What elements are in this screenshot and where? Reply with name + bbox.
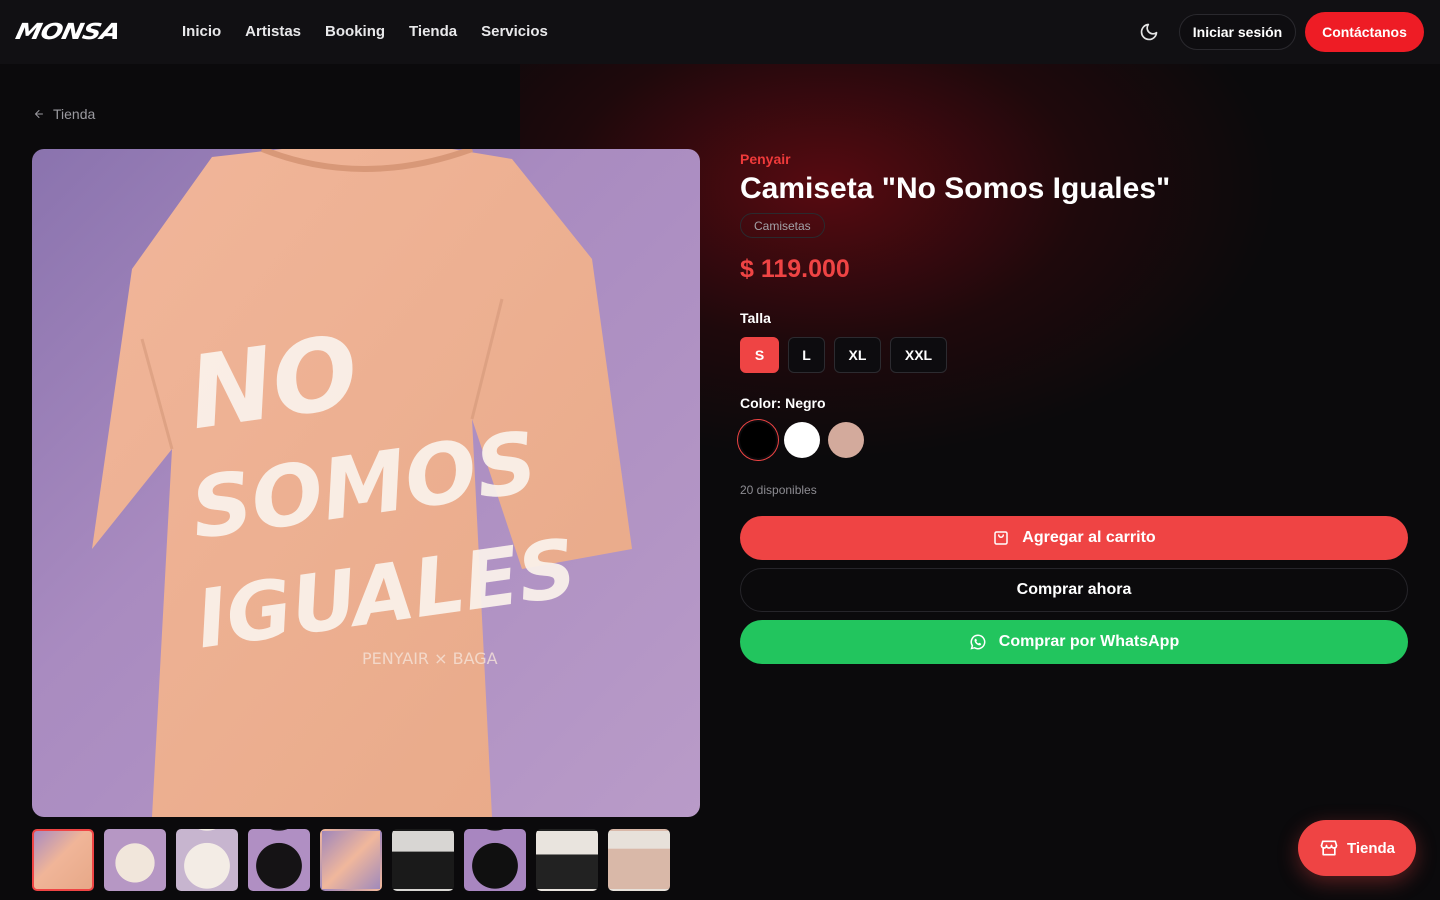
whatsapp-buy-label: Comprar por WhatsApp [998, 633, 1180, 650]
product-brand[interactable]: Penyair [740, 151, 791, 167]
nav-artistas[interactable]: Artistas [245, 22, 301, 42]
thumbnail-7[interactable] [464, 829, 526, 891]
breadcrumb[interactable]: Tienda [33, 106, 95, 122]
color-swatch-negro[interactable] [740, 422, 776, 458]
whatsapp-buy-button[interactable]: Comprar por WhatsApp [740, 620, 1408, 664]
stock-count: 20 disponibles [740, 483, 817, 497]
size-option-xxl[interactable]: XXL [890, 337, 947, 373]
product-main-image[interactable]: NO SOMOS IGUALES PENYAIR × BAGA [32, 149, 700, 817]
size-option-xl[interactable]: XL [834, 337, 881, 373]
thumbnail-5[interactable] [320, 829, 382, 891]
thumbnail-4[interactable] [248, 829, 310, 891]
whatsapp-icon [970, 634, 986, 650]
color-label: Color: Negro [740, 395, 826, 411]
thumbnail-strip [32, 829, 670, 891]
thumbnail-8[interactable] [536, 829, 598, 891]
navbar: MONSA Inicio Artistas Booking Tienda Ser… [0, 0, 1440, 64]
nav-inicio[interactable]: Inicio [182, 22, 221, 42]
color-options [740, 422, 864, 458]
tshirt-illustration: NO SOMOS IGUALES PENYAIR × BAGA [92, 149, 632, 817]
add-to-cart-button[interactable]: Agregar al carrito [740, 516, 1408, 560]
print-tag: PENYAIR × BAGA [362, 649, 498, 668]
category-badge: Camisetas [740, 213, 825, 238]
theme-toggle-button[interactable] [1136, 19, 1162, 45]
color-swatch-rosa[interactable] [828, 422, 864, 458]
nav-booking[interactable]: Booking [325, 22, 385, 42]
product-title: Camiseta "No Somos Iguales" [740, 172, 1171, 205]
color-swatch-blanco[interactable] [784, 422, 820, 458]
breadcrumb-label: Tienda [53, 106, 96, 122]
size-options: S L XL XXL [740, 337, 947, 373]
store-fab-label: Tienda [1346, 839, 1396, 857]
thumbnail-2[interactable] [104, 829, 166, 891]
logo[interactable]: MONSA [13, 19, 168, 45]
thumbnail-9[interactable] [608, 829, 670, 891]
store-fab-button[interactable]: Tienda [1298, 820, 1416, 876]
buy-now-label: Comprar ahora [1016, 581, 1132, 598]
add-to-cart-label: Agregar al carrito [1022, 529, 1156, 546]
size-label: Talla [740, 310, 771, 326]
size-option-l[interactable]: L [788, 337, 825, 373]
nav-tienda[interactable]: Tienda [409, 22, 457, 42]
thumbnail-3[interactable] [176, 829, 238, 891]
product-price: $ 119.000 [740, 255, 850, 283]
thumbnail-6[interactable] [392, 829, 454, 891]
size-option-s[interactable]: S [740, 337, 779, 373]
contact-button[interactable]: Contáctanos [1305, 12, 1424, 52]
thumbnail-1[interactable] [32, 829, 94, 891]
print-line-1: NO [182, 313, 365, 452]
nav-servicios[interactable]: Servicios [481, 22, 548, 42]
main-nav: Inicio Artistas Booking Tienda Servicios [182, 22, 548, 42]
store-icon [1320, 840, 1338, 856]
shopping-bag-icon [994, 531, 1009, 545]
login-button[interactable]: Iniciar sesión [1179, 14, 1296, 50]
moon-icon [1140, 23, 1158, 41]
buy-now-button[interactable]: Comprar ahora [740, 568, 1408, 612]
arrow-left-icon [35, 110, 43, 118]
